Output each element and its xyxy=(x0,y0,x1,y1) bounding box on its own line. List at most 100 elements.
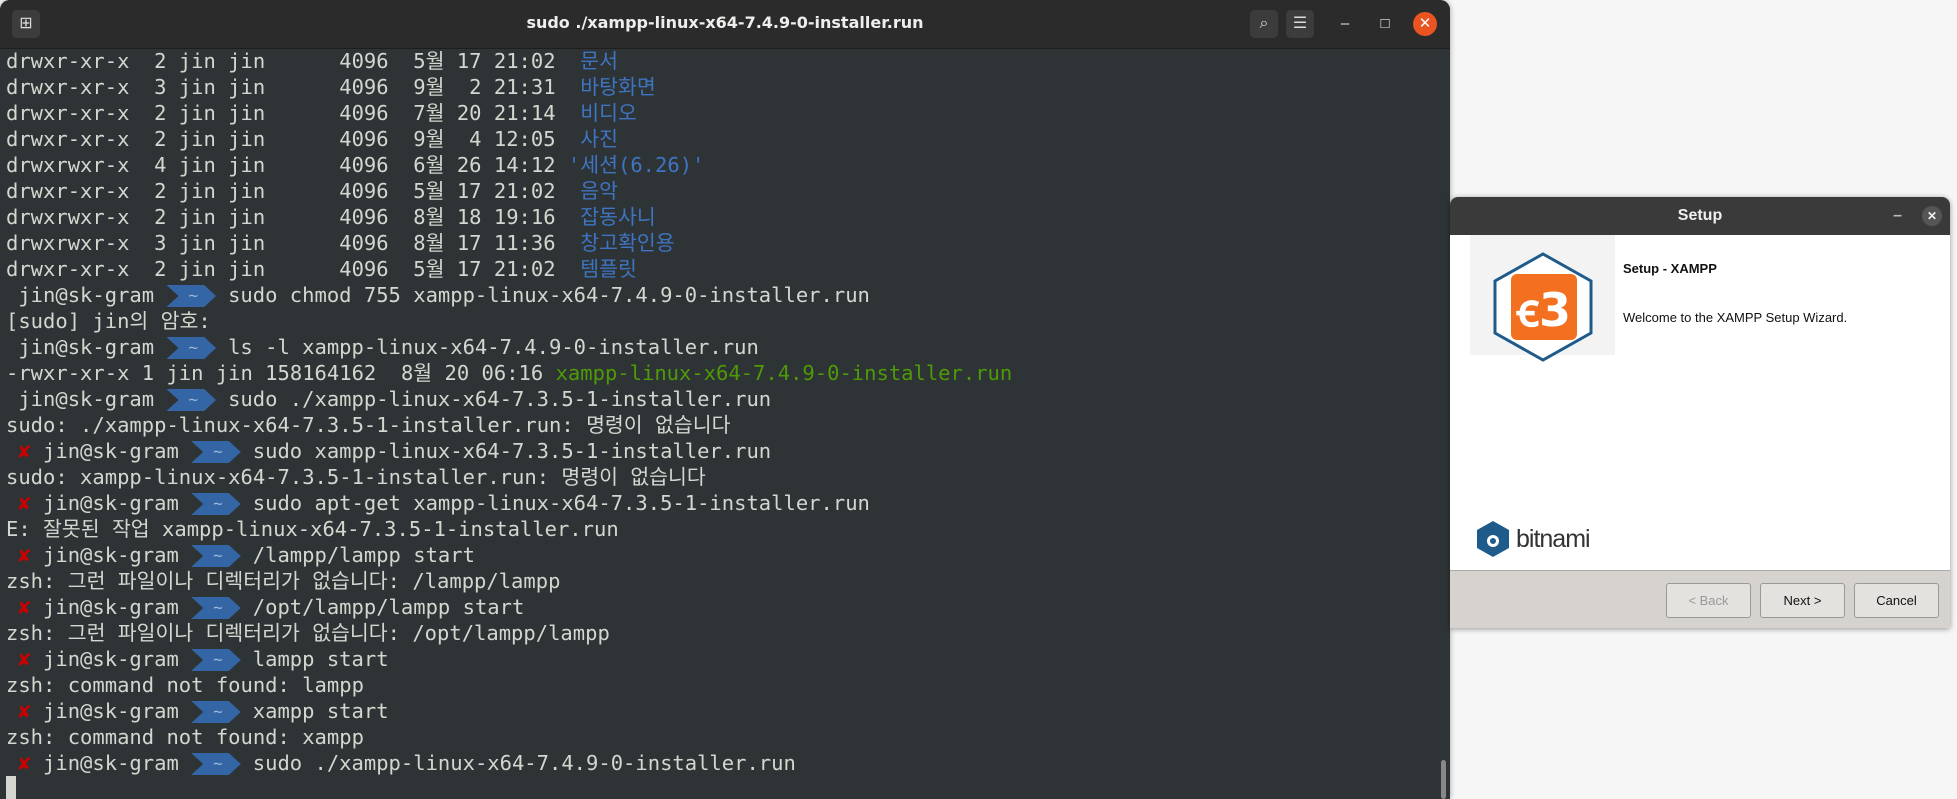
dialog-close-button[interactable]: ✕ xyxy=(1922,206,1942,226)
terminal-line: E: 잘못된 작업 xampp-linux-x64-7.3.5-1-instal… xyxy=(6,516,1436,542)
prompt-user: jin@sk-gram xyxy=(43,647,179,671)
listing-info: drwxrwxr-x 3 jin jin 4096 8월 17 11:36 xyxy=(6,231,581,255)
listing-info: drwxr-xr-x 2 jin jin 4096 9월 4 12:05 xyxy=(6,127,581,151)
terminal-line: sudo: ./xampp-linux-x64-7.3.5-1-installe… xyxy=(6,412,1436,438)
minimize-button[interactable]: – xyxy=(1893,197,1902,235)
listing-info: drwxr-xr-x 2 jin jin 4096 7월 20 21:14 xyxy=(6,101,581,125)
command-text: sudo apt-get xampp-linux-x64-7.3.5-1-ins… xyxy=(252,491,870,515)
output-text: zsh: 그런 파일이나 디렉터리가 없습니다: /opt/lampp/lamp… xyxy=(6,621,610,645)
output-text: zsh: 그런 파일이나 디렉터리가 없습니다: /lampp/lampp xyxy=(6,569,561,593)
next-button[interactable]: Next > xyxy=(1760,583,1845,618)
prompt-user: jin@sk-gram xyxy=(43,543,179,567)
file-name: 비디오 xyxy=(580,101,637,125)
command-text: sudo xampp-linux-x64-7.3.5-1-installer.r… xyxy=(252,439,772,463)
terminal-title: sudo ./xampp-linux-x64-7.4.9-0-installer… xyxy=(526,13,924,32)
terminal-output[interactable]: drwxr-xr-x 2 jin jin 4096 5월 17 21:02 문서… xyxy=(6,48,1436,799)
terminal-line: ✘ jin@sk-gram ~ lampp start xyxy=(6,646,1436,672)
command-text: sudo ./xampp-linux-x64-7.4.9-0-installer… xyxy=(252,751,796,775)
listing-info: drwxr-xr-x 2 jin jin 4096 5월 17 21:02 xyxy=(6,49,581,73)
command-text: sudo chmod 755 xampp-linux-x64-7.4.9-0-i… xyxy=(228,283,870,307)
terminal-line xyxy=(6,776,1436,799)
prompt-directory-segment: ~ xyxy=(191,597,241,619)
terminal-line: ✘ jin@sk-gram ~ /lampp/lampp start xyxy=(6,542,1436,568)
prompt-user: jin@sk-gram xyxy=(43,751,179,775)
prompt-directory-segment: ~ xyxy=(191,493,241,515)
terminal-line: jin@sk-gram ~ sudo ./xampp-linux-x64-7.3.… xyxy=(6,386,1436,412)
file-name: 템플릿 xyxy=(580,257,637,281)
terminal-line: zsh: 그런 파일이나 디렉터리가 없습니다: /lampp/lampp xyxy=(6,568,1436,594)
file-name: 사진 xyxy=(580,127,618,151)
dialog-footer: < Back Next > Cancel xyxy=(1450,570,1950,628)
terminal-window: ⊞ sudo ./xampp-linux-x64-7.4.9-0-install… xyxy=(0,0,1450,799)
bitnami-logo: bitnami xyxy=(1476,520,1591,558)
setup-dialog: Setup – ✕ ꞓ3 Setup - XAMPP Welcome to th… xyxy=(1450,197,1950,628)
terminal-line: drwxr-xr-x 2 jin jin 4096 5월 17 21:02 음악 xyxy=(6,178,1436,204)
terminal-line: drwxr-xr-x 2 jin jin 4096 7월 20 21:14 비디… xyxy=(6,100,1436,126)
command-text: lampp start xyxy=(252,647,389,671)
error-mark-icon: ✘ xyxy=(18,491,31,515)
file-name: 바탕화면 xyxy=(580,75,656,99)
terminal-line: zsh: 그런 파일이나 디렉터리가 없습니다: /opt/lampp/lamp… xyxy=(6,620,1436,646)
command-text: sudo ./xampp-linux-x64-7.3.5-1-installer… xyxy=(228,387,772,411)
error-mark-icon: ✘ xyxy=(18,699,31,723)
file-name: '세션(6.26)' xyxy=(567,153,705,177)
output-text: sudo: xampp-linux-x64-7.3.5-1-installer.… xyxy=(6,465,706,489)
terminal-line: drwxr-xr-x 3 jin jin 4096 9월 2 21:31 바탕화… xyxy=(6,74,1436,100)
terminal-line: drwxr-xr-x 2 jin jin 4096 5월 17 21:02 문서 xyxy=(6,48,1436,74)
command-text: ls -l xampp-linux-x64-7.4.9-0-installer.… xyxy=(228,335,759,359)
listing-info: drwxrwxr-x 2 jin jin 4096 8월 18 19:16 xyxy=(6,205,581,229)
prompt-directory-segment: ~ xyxy=(191,545,241,567)
terminal-line: ✘ jin@sk-gram ~ /opt/lampp/lampp start xyxy=(6,594,1436,620)
terminal-line: drwxrwxr-x 4 jin jin 4096 6월 26 14:12 '세… xyxy=(6,152,1436,178)
terminal-line: ✘ jin@sk-gram ~ sudo ./xampp-linux-x64-7.… xyxy=(6,750,1436,776)
terminal-line: drwxrwxr-x 2 jin jin 4096 8월 18 19:16 잡동… xyxy=(6,204,1436,230)
xampp-logo-icon: ꞓ3 xyxy=(1493,252,1593,362)
prompt-directory-segment: ~ xyxy=(191,441,241,463)
output-text: zsh: command not found: xampp xyxy=(6,725,364,749)
prompt-user: jin@sk-gram xyxy=(43,595,179,619)
prompt-directory-segment: ~ xyxy=(166,285,216,307)
prompt-user: jin@sk-gram xyxy=(18,283,155,307)
search-icon[interactable]: ⌕ xyxy=(1250,10,1278,38)
listing-info: drwxrwxr-x 4 jin jin 4096 6월 26 14:12 xyxy=(6,153,568,177)
listing-info: drwxr-xr-x 3 jin jin 4096 9월 2 21:31 xyxy=(6,75,581,99)
terminal-line: zsh: command not found: lampp xyxy=(6,672,1436,698)
command-text: xampp start xyxy=(252,699,389,723)
listing-info: drwxr-xr-x 2 jin jin 4096 5월 17 21:02 xyxy=(6,257,581,281)
prompt-directory-segment: ~ xyxy=(166,389,216,411)
dialog-body: ꞓ3 Setup - XAMPP Welcome to the XAMPP Se… xyxy=(1450,235,1950,570)
terminal-line: drwxrwxr-x 3 jin jin 4096 8월 17 11:36 창고… xyxy=(6,230,1436,256)
close-button[interactable]: ✕ xyxy=(1413,12,1437,36)
output-text: sudo: ./xampp-linux-x64-7.3.5-1-installe… xyxy=(6,413,731,437)
output-text: [sudo] jin의 암호: xyxy=(6,309,211,333)
prompt-user: jin@sk-gram xyxy=(43,439,179,463)
back-button[interactable]: < Back xyxy=(1666,583,1751,618)
terminal-line: sudo: xampp-linux-x64-7.3.5-1-installer.… xyxy=(6,464,1436,490)
scrollbar[interactable] xyxy=(1441,760,1446,799)
terminal-line: drwxr-xr-x 2 jin jin 4096 5월 17 21:02 템플… xyxy=(6,256,1436,282)
listing-info: drwxr-xr-x 2 jin jin 4096 5월 17 21:02 xyxy=(6,179,581,203)
file-name: xampp-linux-x64-7.4.9-0-installer.run xyxy=(555,361,1013,385)
command-text: /opt/lampp/lampp start xyxy=(252,595,525,619)
setup-heading: Setup - XAMPP xyxy=(1623,261,1717,276)
error-mark-icon: ✘ xyxy=(18,751,31,775)
maximize-button[interactable]: □ xyxy=(1373,12,1397,36)
output-text: E: 잘못된 작업 xampp-linux-x64-7.3.5-1-instal… xyxy=(6,517,619,541)
prompt-directory-segment: ~ xyxy=(166,337,216,359)
terminal-titlebar: ⊞ sudo ./xampp-linux-x64-7.4.9-0-install… xyxy=(0,0,1450,49)
cancel-button[interactable]: Cancel xyxy=(1854,583,1939,618)
terminal-line: [sudo] jin의 암호: xyxy=(6,308,1436,334)
error-mark-icon: ✘ xyxy=(18,647,31,671)
error-mark-icon: ✘ xyxy=(18,543,31,567)
prompt-user: jin@sk-gram xyxy=(18,335,155,359)
prompt-directory-segment: ~ xyxy=(191,701,241,723)
file-name: 창고확인용 xyxy=(580,231,675,255)
listing-info: -rwxr-xr-x 1 jin jin 158164162 8월 20 06:… xyxy=(6,361,556,385)
menu-icon[interactable]: ☰ xyxy=(1286,10,1314,38)
terminal-line: ✘ jin@sk-gram ~ sudo xampp-linux-x64-7.3.… xyxy=(6,438,1436,464)
terminal-line: ✘ jin@sk-gram ~ xampp start xyxy=(6,698,1436,724)
bitnami-hexagon-icon xyxy=(1477,521,1509,557)
prompt-directory-segment: ~ xyxy=(191,649,241,671)
minimize-button[interactable]: – xyxy=(1333,12,1357,36)
terminal-line: jin@sk-gram ~ ls -l xampp-linux-x64-7.4.9… xyxy=(6,334,1436,360)
